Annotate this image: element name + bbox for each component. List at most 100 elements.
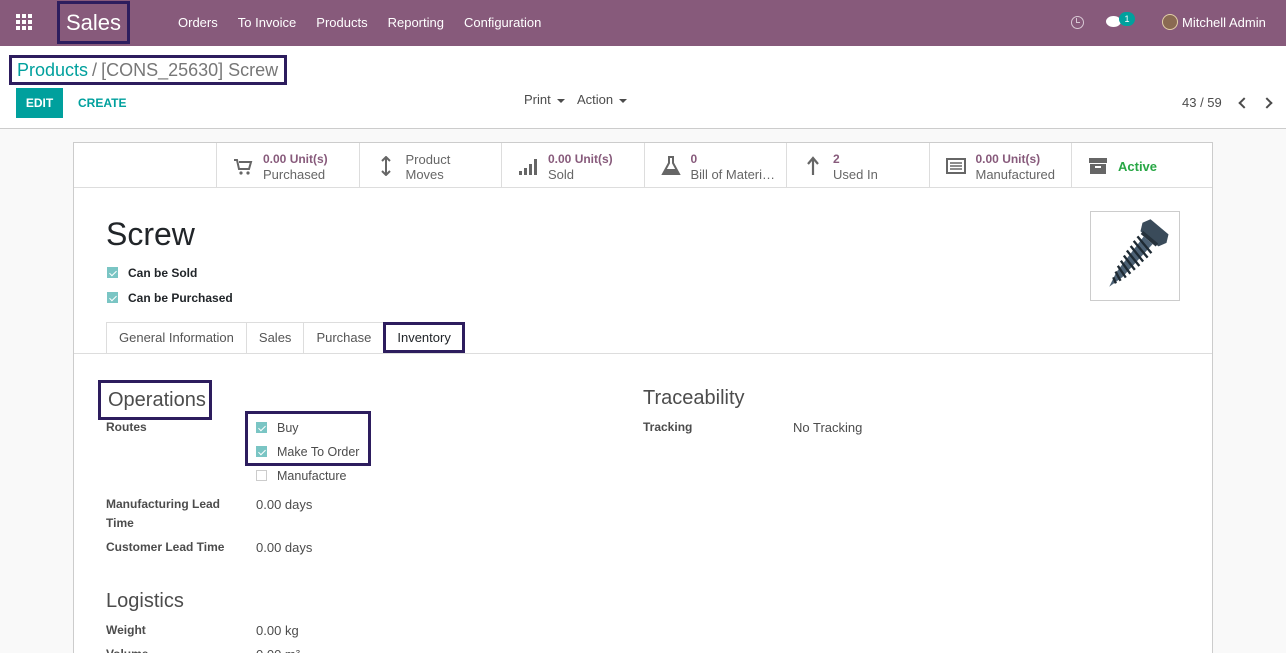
user-menu[interactable]: Mitchell Admin	[1182, 0, 1266, 46]
menu-to-invoice[interactable]: To Invoice	[228, 0, 307, 46]
route-buy-label: Buy	[277, 421, 299, 435]
action-label: Action	[577, 92, 614, 107]
chevron-left-icon	[1238, 97, 1250, 109]
sold-smart-button[interactable]: 0.00 Unit(s) Sold	[501, 143, 644, 187]
level-up-icon	[807, 156, 819, 175]
action-dropdown[interactable]: Action	[577, 88, 628, 112]
traceability-title: Traceability	[643, 387, 745, 409]
breadcrumb-separator: /	[92, 60, 98, 80]
menu-orders[interactable]: Orders	[168, 0, 228, 46]
clock-icon[interactable]	[1071, 16, 1084, 29]
route-manufacture: Manufacture	[256, 469, 346, 483]
edit-button[interactable]: EDIT	[16, 88, 63, 118]
breadcrumb-current: [CONS_25630] Screw	[101, 60, 279, 80]
route-make-to-order-checkbox[interactable]	[256, 446, 267, 457]
menu-reporting[interactable]: Reporting	[378, 0, 454, 46]
pager-next-button[interactable]	[1261, 96, 1276, 110]
control-panel: Products / [CONS_25630] Screw EDIT CREATE …	[0, 46, 1286, 129]
tab-sales[interactable]: Sales	[245, 322, 305, 353]
smart-button-value: Product	[405, 152, 451, 167]
tab-general-information[interactable]: General Information	[106, 322, 247, 353]
form-sheet: 0.00 Unit(s) Purchased Product Moves 0.00 …	[73, 142, 1213, 653]
signal-bars-icon	[519, 159, 537, 175]
can-be-purchased-label: Can be Purchased	[128, 291, 233, 305]
operations-title: Operations	[98, 380, 212, 420]
product-name[interactable]: Screw	[106, 216, 195, 253]
product-moves-smart-button[interactable]: Product Moves	[358, 143, 502, 187]
tracking-value: No Tracking	[793, 420, 863, 435]
weight-value-row: 0.00 kg	[256, 621, 299, 640]
product-image[interactable]	[1090, 211, 1180, 301]
smart-button-box: 0.00 Unit(s) Purchased Product Moves 0.00 …	[216, 143, 1214, 187]
active-status: Active	[1118, 159, 1158, 174]
avatar[interactable]	[1162, 14, 1178, 30]
can-be-sold-row: Can be Sold	[107, 266, 197, 280]
can-be-purchased-row: Can be Purchased	[107, 291, 233, 305]
tab-purchase[interactable]: Purchase	[303, 322, 385, 353]
tab-inventory[interactable]: Inventory	[383, 322, 465, 353]
route-buy-checkbox[interactable]	[256, 422, 267, 433]
smart-button-label: Manufactured	[975, 167, 1056, 182]
can-be-purchased-checkbox[interactable]	[107, 292, 118, 303]
route-manufacture-label: Manufacture	[277, 469, 347, 483]
print-dropdown[interactable]: Print	[524, 88, 565, 112]
apps-grid-icon[interactable]	[16, 14, 34, 32]
cart-icon	[234, 159, 253, 175]
route-make-to-order-label: Make To Order	[277, 445, 360, 459]
manufacturing-lead-time-label: Manufacturing Lead Time	[106, 497, 221, 530]
route-manufacture-checkbox[interactable]	[256, 470, 267, 481]
smart-button-value: 0.00 Unit(s)	[263, 152, 328, 166]
volume-label: Volume	[106, 645, 236, 653]
smart-button-value: 0	[690, 152, 698, 166]
bom-smart-button[interactable]: 0 Bill of Materi…	[643, 143, 787, 187]
smart-button-label: Moves	[405, 167, 444, 182]
menu-products[interactable]: Products	[306, 0, 377, 46]
weight-label: Weight	[106, 623, 146, 637]
breadcrumb-products-link[interactable]: Products	[17, 60, 88, 80]
smart-button-label: Purchased	[263, 167, 326, 182]
smart-button-label: Sold	[548, 167, 575, 182]
chevron-right-icon	[1261, 97, 1273, 109]
updown-arrow-icon	[380, 156, 391, 176]
main-menu: Orders To Invoice Products Reporting Con…	[168, 0, 551, 46]
customer-lead-time-label: Customer Lead Time	[106, 540, 225, 554]
tab-divider	[74, 353, 1212, 354]
menu-configuration[interactable]: Configuration	[454, 0, 551, 46]
tracking-label: Tracking	[643, 420, 693, 434]
top-navbar: Sales Orders To Invoice Products Reporti…	[0, 0, 1286, 46]
create-button[interactable]: CREATE	[72, 88, 132, 118]
app-brand[interactable]: Sales	[57, 1, 130, 44]
purchased-smart-button[interactable]: 0.00 Unit(s) Purchased	[216, 143, 359, 187]
route-make-to-order: Make To Order	[256, 445, 359, 459]
weight-unit: kg	[284, 623, 299, 638]
caret-down-icon	[619, 98, 628, 103]
smart-button-value: 0.00 Unit(s)	[975, 152, 1041, 166]
chat-count-badge: 1	[1119, 12, 1135, 26]
pager-previous-button[interactable]	[1236, 96, 1250, 110]
weight-value: 0.00	[256, 623, 282, 638]
list-alt-icon	[945, 158, 966, 174]
caret-down-icon	[556, 98, 565, 103]
divider	[74, 187, 1212, 188]
smart-button-label: Used In	[833, 167, 878, 182]
used-in-smart-button[interactable]: 2 Used In	[786, 143, 929, 187]
can-be-sold-checkbox[interactable]	[107, 267, 118, 278]
active-toggle-smart-button[interactable]: Active	[1071, 143, 1214, 187]
logistics-title: Logistics	[106, 590, 184, 612]
routes-label: Routes	[106, 420, 147, 434]
manufactured-smart-button[interactable]: 0.00 Unit(s) Manufactured	[928, 143, 1072, 187]
can-be-sold-label: Can be Sold	[128, 266, 198, 280]
smart-button-value: 2	[833, 152, 840, 166]
smart-button-value: 0.00 Unit(s)	[548, 152, 613, 166]
form-tabs: General Information Sales Purchase Inven…	[106, 322, 465, 353]
flask-icon	[660, 156, 681, 175]
pager-value[interactable]: 43 / 59	[1182, 92, 1222, 114]
customer-lead-time-value: 0.00 days	[256, 540, 313, 555]
manufacturing-lead-time-value: 0.00 days	[256, 497, 313, 512]
route-buy: Buy	[256, 421, 299, 435]
volume-value: 0.00 m³	[256, 645, 300, 653]
print-label: Print	[524, 92, 551, 107]
breadcrumb: Products / [CONS_25630] Screw	[9, 55, 287, 85]
smart-button-label: Bill of Materi…	[690, 167, 776, 182]
archive-icon	[1089, 158, 1107, 174]
